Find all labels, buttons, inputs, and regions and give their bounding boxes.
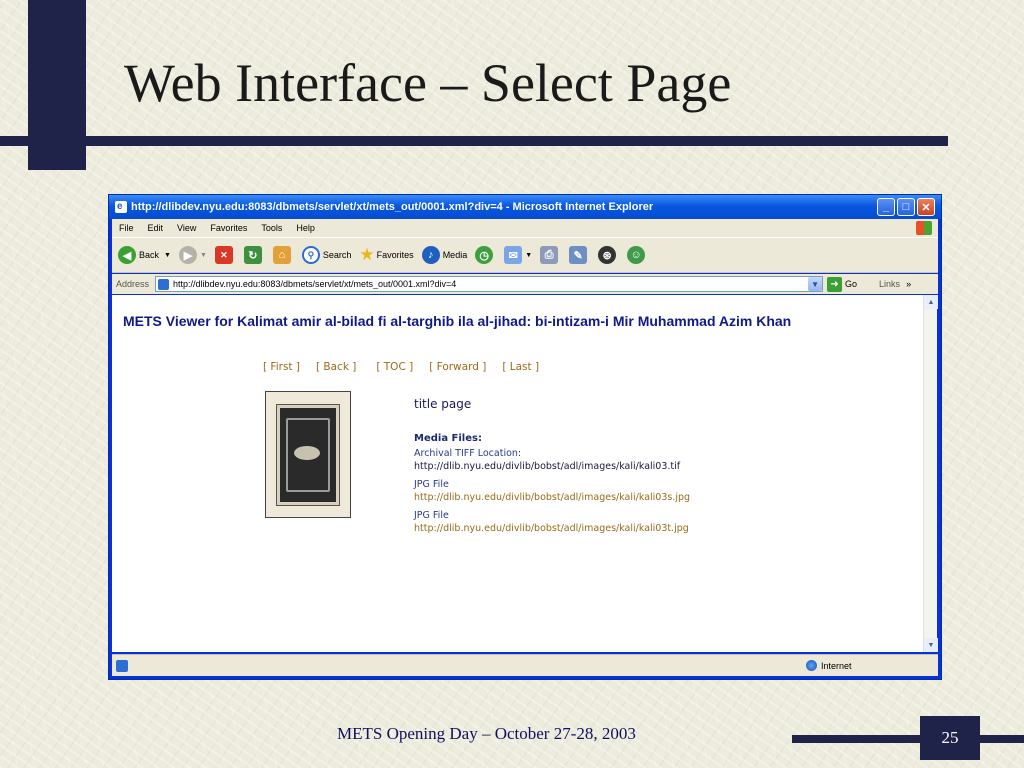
media-label: Media bbox=[442, 250, 468, 260]
slide-title: Web Interface – Select Page bbox=[124, 53, 732, 113]
minimize-button[interactable]: _ bbox=[877, 198, 895, 216]
slide-footer: METS Opening Day – October 27-28, 2003 bbox=[337, 724, 636, 743]
menu-file[interactable]: File bbox=[112, 223, 141, 233]
mail-icon: ✉ bbox=[504, 246, 523, 264]
page-label: title page bbox=[414, 397, 472, 411]
mail-button[interactable]: ✉ ▼ bbox=[504, 246, 532, 264]
page-navigation: [ First ] [ Back ] [ TOC ] [ Forward ] [… bbox=[263, 361, 555, 373]
close-button[interactable]: ✕ bbox=[917, 198, 935, 216]
media-icon: ♪ bbox=[421, 246, 440, 264]
discuss-icon: ⊛ bbox=[598, 246, 617, 264]
address-dropdown-icon[interactable]: ▼ bbox=[808, 277, 823, 291]
zone-label: Internet bbox=[821, 660, 852, 671]
address-bar: Address http://dlibdev.nyu.edu:8083/dbme… bbox=[112, 274, 938, 294]
address-value: http://dlibdev.nyu.edu:8083/dbmets/servl… bbox=[173, 279, 457, 289]
scroll-up-icon[interactable]: ▲ bbox=[924, 295, 938, 309]
go-arrow-icon: ➜ bbox=[827, 276, 843, 292]
chevron-down-icon: ▼ bbox=[164, 251, 171, 259]
nav-forward-link[interactable]: [ Forward ] bbox=[429, 361, 486, 373]
stop-icon: ✕ bbox=[214, 246, 233, 264]
favorites-label: Favorites bbox=[376, 250, 414, 260]
history-icon: ◷ bbox=[475, 246, 494, 264]
menu-bar: File Edit View Favorites Tools Help bbox=[112, 219, 938, 237]
toolbar: ◀ Back ▼ ▶ ▼ ✕ ↻ ⌂ ⚲ Search ★ Favorites … bbox=[112, 237, 938, 273]
print-icon: ⎙ bbox=[540, 246, 559, 264]
nav-toc-link[interactable]: [ TOC ] bbox=[376, 361, 413, 373]
ie-icon: e bbox=[115, 201, 127, 213]
globe-icon bbox=[806, 660, 817, 671]
nav-last-link[interactable]: [ Last ] bbox=[502, 361, 539, 373]
jpg-file-label: JPG File bbox=[414, 479, 449, 490]
tiff-file-url: http://dlib.nyu.edu/divlib/bobst/adl/ima… bbox=[414, 461, 681, 472]
history-button[interactable]: ◷ bbox=[475, 246, 496, 264]
status-bar: Internet bbox=[112, 654, 938, 676]
jpg-file-label: JPG File bbox=[414, 510, 449, 521]
chevron-right-icon: » bbox=[906, 279, 912, 289]
search-button[interactable]: ⚲ Search bbox=[301, 246, 352, 264]
links-label[interactable]: Links bbox=[879, 279, 900, 289]
menu-view[interactable]: View bbox=[170, 223, 203, 233]
nav-first-link[interactable]: [ First ] bbox=[263, 361, 300, 373]
tiff-file-label: Archival TIFF Location: bbox=[414, 448, 522, 459]
back-arrow-icon: ◀ bbox=[118, 246, 136, 264]
refresh-icon: ↻ bbox=[243, 246, 262, 264]
back-button[interactable]: ◀ Back ▼ bbox=[118, 246, 171, 264]
slide-number: 25 bbox=[920, 716, 980, 760]
browser-window-title: http://dlibdev.nyu.edu:8083/dbmets/servl… bbox=[131, 201, 654, 213]
vertical-scrollbar[interactable]: ▲ ▼ bbox=[923, 295, 938, 652]
page-content: METS Viewer for Kalimat amir al-bilad fi… bbox=[112, 295, 923, 652]
jpg-file-link[interactable]: http://dlib.nyu.edu/divlib/bobst/adl/ima… bbox=[414, 492, 690, 503]
footer-accent-bar bbox=[792, 735, 1024, 743]
chevron-down-icon: ▼ bbox=[199, 251, 207, 259]
windows-logo-icon bbox=[916, 221, 932, 235]
viewer-heading: METS Viewer for Kalimat amir al-bilad fi… bbox=[123, 313, 792, 329]
security-zone: Internet bbox=[806, 660, 852, 671]
maximize-button[interactable]: □ bbox=[897, 198, 915, 216]
favorites-star-icon: ★ bbox=[359, 245, 375, 264]
browser-window: e http://dlibdev.nyu.edu:8083/dbmets/ser… bbox=[108, 194, 942, 680]
title-underline-bar bbox=[0, 136, 948, 146]
home-icon: ⌂ bbox=[272, 246, 291, 264]
messenger-button[interactable]: ☺ bbox=[627, 246, 648, 264]
search-label: Search bbox=[322, 250, 352, 260]
search-icon: ⚲ bbox=[301, 246, 320, 264]
menu-favorites[interactable]: Favorites bbox=[203, 223, 254, 233]
chevron-down-icon: ▼ bbox=[525, 251, 533, 259]
slide-number-text: 25 bbox=[941, 728, 959, 747]
favorites-button[interactable]: ★ Favorites bbox=[359, 245, 413, 265]
go-label: Go bbox=[845, 279, 858, 289]
manuscript-image bbox=[276, 403, 340, 506]
go-button[interactable]: ➜ Go bbox=[827, 276, 858, 292]
page-icon bbox=[158, 278, 170, 290]
print-button[interactable]: ⎙ bbox=[540, 246, 561, 264]
discuss-button[interactable]: ⊛ bbox=[598, 246, 619, 264]
media-button[interactable]: ♪ Media bbox=[421, 246, 468, 264]
menu-help[interactable]: Help bbox=[289, 223, 322, 233]
stop-button[interactable]: ✕ bbox=[214, 246, 236, 264]
address-label: Address bbox=[116, 279, 150, 289]
messenger-icon: ☺ bbox=[627, 246, 646, 264]
jpg-file-link[interactable]: http://dlib.nyu.edu/divlib/bobst/adl/ima… bbox=[414, 523, 689, 534]
page-thumbnail[interactable] bbox=[265, 391, 351, 518]
edit-icon: ✎ bbox=[569, 246, 588, 264]
browser-titlebar: e http://dlibdev.nyu.edu:8083/dbmets/ser… bbox=[109, 195, 941, 219]
scroll-down-icon[interactable]: ▼ bbox=[924, 638, 938, 652]
forward-button[interactable]: ▶ ▼ bbox=[178, 246, 207, 264]
media-files-heading: Media Files: bbox=[414, 433, 482, 444]
menu-tools[interactable]: Tools bbox=[254, 223, 289, 233]
forward-arrow-icon: ▶ bbox=[178, 246, 197, 264]
refresh-button[interactable]: ↻ bbox=[243, 246, 265, 264]
menu-edit[interactable]: Edit bbox=[141, 223, 171, 233]
edit-button[interactable]: ✎ bbox=[569, 246, 590, 264]
address-input[interactable]: http://dlibdev.nyu.edu:8083/dbmets/servl… bbox=[155, 276, 824, 292]
home-button[interactable]: ⌂ bbox=[272, 246, 294, 264]
back-label: Back bbox=[139, 250, 160, 260]
nav-back-link[interactable]: [ Back ] bbox=[316, 361, 356, 373]
status-page-icon bbox=[116, 659, 128, 672]
